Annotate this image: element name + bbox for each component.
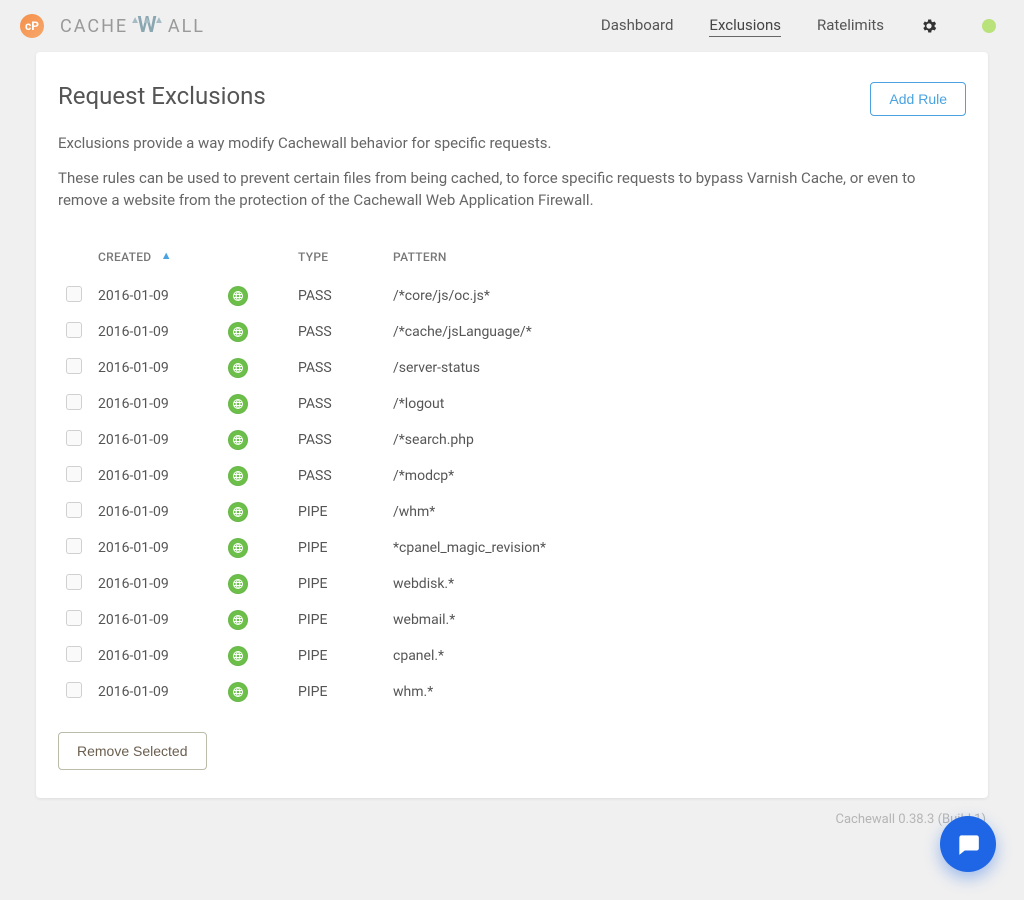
col-header-pattern[interactable]: PATTERN [385, 240, 966, 278]
globe-icon [228, 574, 248, 594]
row-checkbox[interactable] [66, 682, 82, 698]
row-checkbox[interactable] [66, 574, 82, 590]
nav-dashboard[interactable]: Dashboard [601, 16, 674, 36]
cell-type: PASS [290, 458, 385, 494]
row-checkbox[interactable] [66, 322, 82, 338]
globe-icon [228, 358, 248, 378]
cell-created: 2016-01-09 [90, 386, 220, 422]
table-row: 2016-01-09 PASS/*logout [58, 386, 966, 422]
cell-created: 2016-01-09 [90, 530, 220, 566]
cell-type: PIPE [290, 674, 385, 710]
col-header-created-label: CREATED [98, 250, 151, 264]
remove-selected-button[interactable]: Remove Selected [58, 732, 207, 770]
table-row: 2016-01-09 PIPEwebdisk.* [58, 566, 966, 602]
table-row: 2016-01-09 PASS/*search.php [58, 422, 966, 458]
exclusions-panel: Request Exclusions Add Rule Exclusions p… [36, 52, 988, 798]
cell-pattern: whm.* [385, 674, 966, 710]
table-row: 2016-01-09 PASS/*modcp* [58, 458, 966, 494]
nav-ratelimits[interactable]: Ratelimits [817, 16, 884, 36]
cell-type: PASS [290, 422, 385, 458]
chat-launcher-button[interactable] [940, 816, 996, 872]
chat-icon [955, 831, 981, 857]
add-rule-button[interactable]: Add Rule [870, 82, 966, 116]
cell-pattern: webdisk.* [385, 566, 966, 602]
cell-created: 2016-01-09 [90, 494, 220, 530]
cell-pattern: webmail.* [385, 602, 966, 638]
cell-pattern: /*modcp* [385, 458, 966, 494]
globe-icon [228, 610, 248, 630]
table-row: 2016-01-09 PASS/*core/js/oc.js* [58, 278, 966, 314]
cell-pattern: /whm* [385, 494, 966, 530]
globe-icon [228, 538, 248, 558]
table-row: 2016-01-09 PASS/*cache/jsLanguage/* [58, 314, 966, 350]
table-row: 2016-01-09 PASS/server-status [58, 350, 966, 386]
cell-created: 2016-01-09 [90, 422, 220, 458]
table-row: 2016-01-09 PIPEwhm.* [58, 674, 966, 710]
cell-created: 2016-01-09 [90, 458, 220, 494]
exclusions-table: CREATED ▲ TYPE PATTERN 2016-01-09PASS/*c… [58, 240, 966, 710]
table-row: 2016-01-09 PIPEwebmail.* [58, 602, 966, 638]
cell-pattern: cpanel.* [385, 638, 966, 674]
intro-text-2: These rules can be used to prevent certa… [58, 167, 966, 212]
row-checkbox[interactable] [66, 358, 82, 374]
globe-icon [228, 466, 248, 486]
cpanel-logo-icon: cP [20, 14, 44, 38]
nav-exclusions[interactable]: Exclusions [709, 16, 781, 37]
table-row: 2016-01-09 PIPE/whm* [58, 494, 966, 530]
table-row: 2016-01-09 PIPE*cpanel_magic_revision* [58, 530, 966, 566]
cell-type: PASS [290, 350, 385, 386]
cell-pattern: /*logout [385, 386, 966, 422]
cell-pattern: /*search.php [385, 422, 966, 458]
row-checkbox[interactable] [66, 430, 82, 446]
globe-icon [228, 286, 248, 306]
cell-pattern: /*cache/jsLanguage/* [385, 314, 966, 350]
cell-created: 2016-01-09 [90, 638, 220, 674]
col-header-created[interactable]: CREATED ▲ [90, 240, 220, 278]
cell-created: 2016-01-09 [90, 350, 220, 386]
cell-type: PIPE [290, 566, 385, 602]
row-checkbox[interactable] [66, 286, 82, 302]
table-row: 2016-01-09 PIPEcpanel.* [58, 638, 966, 674]
main-nav: Dashboard Exclusions Ratelimits [601, 16, 996, 37]
cell-created: 2016-01-09 [90, 674, 220, 710]
cell-type: PASS [290, 314, 385, 350]
globe-icon [228, 502, 248, 522]
cell-type: PIPE [290, 638, 385, 674]
cell-type: PIPE [290, 602, 385, 638]
row-checkbox[interactable] [66, 538, 82, 554]
cell-pattern: /*core/js/oc.js* [385, 278, 966, 314]
status-indicator-icon [982, 19, 996, 33]
page-title: Request Exclusions [58, 82, 266, 110]
globe-icon [228, 682, 248, 702]
cachewall-logo: CACHE▲▲▲WALL [60, 16, 205, 37]
cell-created: 2016-01-09 [90, 278, 220, 314]
row-checkbox[interactable] [66, 646, 82, 662]
cell-created: 2016-01-09 [90, 566, 220, 602]
cell-type: PIPE [290, 530, 385, 566]
cell-created: 2016-01-09 [90, 602, 220, 638]
globe-icon [228, 646, 248, 666]
globe-icon [228, 430, 248, 450]
cell-type: PASS [290, 386, 385, 422]
col-header-type[interactable]: TYPE [290, 240, 385, 278]
top-bar: cP CACHE▲▲▲WALL Dashboard Exclusions Rat… [0, 0, 1024, 52]
globe-icon [228, 322, 248, 342]
settings-gear-icon[interactable] [920, 17, 938, 35]
row-checkbox[interactable] [66, 394, 82, 410]
cell-type: PIPE [290, 494, 385, 530]
cell-pattern: /server-status [385, 350, 966, 386]
cell-pattern: *cpanel_magic_revision* [385, 530, 966, 566]
row-checkbox[interactable] [66, 610, 82, 626]
footer-version: Cachewall 0.38.3 (Build 1) [0, 798, 1024, 841]
row-checkbox[interactable] [66, 502, 82, 518]
row-checkbox[interactable] [66, 466, 82, 482]
sort-asc-icon: ▲ [161, 249, 172, 262]
cell-type: PASS [290, 278, 385, 314]
cell-created: 2016-01-09 [90, 314, 220, 350]
globe-icon [228, 394, 248, 414]
intro-text-1: Exclusions provide a way modify Cachewal… [58, 132, 966, 155]
